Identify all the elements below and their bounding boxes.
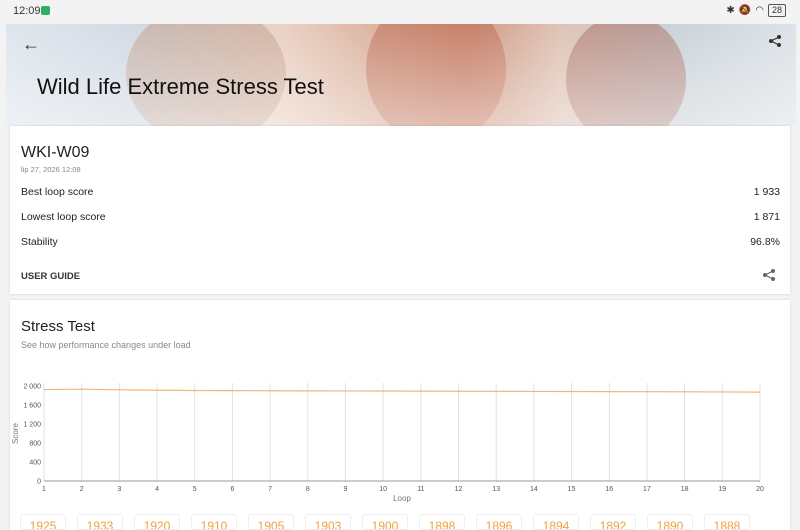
test-date: lip 27, 2026 12:08 (21, 165, 81, 174)
hero-banner: ← Wild Life Extreme Stress Test (6, 24, 796, 126)
x-tick-label: 17 (643, 486, 651, 493)
x-tick-label: 14 (530, 486, 538, 493)
data-point (721, 391, 723, 393)
x-tick-label: 2 (80, 486, 84, 493)
y-tick-label: 1 600 (23, 403, 41, 410)
x-tick-label: 20 (756, 486, 764, 493)
loop-score-pill: 1890 (647, 514, 693, 530)
notification-icon (41, 6, 50, 15)
data-point (533, 390, 535, 393)
series-line (43, 388, 761, 393)
status-icons: ✱ 🔕 ◠ 28 (726, 4, 786, 17)
row-label: Lowest loop score (21, 211, 106, 223)
x-tick-label: 7 (268, 486, 272, 493)
loop-score-pill: 1898 (419, 514, 465, 530)
stress-chart: 1 2 3 4 5 6 7 8 9 10 11 12 13 14 15 16 17 18 19 2004008001 … (11, 383, 764, 503)
x-tick-label: 4 (155, 486, 159, 493)
loop-score-pill: 1933 (77, 514, 123, 530)
status-bar: 12:09 ✱ 🔕 ◠ 28 (0, 0, 800, 22)
x-tick-label: 11 (417, 486, 424, 493)
data-point (759, 391, 761, 393)
x-tick-label: 8 (306, 486, 310, 493)
loop-score-pill: 1910 (191, 514, 237, 530)
data-point (684, 391, 686, 393)
stress-card: Stress Test See how performance changes … (10, 300, 790, 530)
data-point (495, 390, 497, 392)
data-point (118, 389, 120, 391)
loop-score-list: 1925 1933 1920 1910 1905 1903 1900 1898 1896 1894… (20, 514, 750, 530)
share-icon[interactable] (768, 34, 782, 53)
mute-icon: 🔕 (738, 5, 752, 16)
data-point (231, 390, 234, 392)
device-name: WKI-W09 (21, 144, 90, 161)
share-icon[interactable] (762, 268, 776, 287)
status-time: 12:09 (13, 5, 41, 17)
back-arrow-icon[interactable]: ← (22, 34, 40, 55)
row-value: 1 933 (753, 186, 780, 198)
data-point (608, 391, 610, 393)
battery-icon: 28 (767, 4, 786, 17)
data-point (307, 390, 309, 392)
data-point (269, 390, 271, 392)
lowest-loop-row: Lowest loop score 1 871 (21, 211, 780, 223)
x-tick-label: 5 (193, 486, 197, 493)
x-tick-label: 10 (379, 486, 387, 493)
x-tick-label: 1 (42, 486, 46, 493)
loop-score-pill: 1896 (476, 514, 522, 530)
page-title: Wild Life Extreme Stress Test (37, 74, 324, 99)
y-tick-label: 2 000 (23, 384, 41, 391)
user-guide-link[interactable]: USER GUIDE (21, 271, 80, 282)
data-point (43, 388, 45, 391)
loop-score-pill: 1894 (533, 514, 579, 530)
data-point (156, 389, 158, 391)
loop-score-pill: 1900 (362, 514, 408, 530)
data-point (457, 390, 460, 392)
y-tick-label: 800 (29, 441, 41, 448)
x-tick-label: 12 (455, 486, 463, 493)
row-label: Stability (21, 236, 58, 248)
y-tick-label: 1 200 (23, 422, 41, 429)
y-tick-label: 0 (37, 479, 41, 486)
data-point (81, 388, 83, 390)
x-axis-label: Loop (393, 494, 411, 503)
result-card: WKI-W09 lip 27, 2026 12:08 Best loop sco… (10, 126, 790, 294)
row-value: 96.8% (750, 236, 780, 248)
x-tick-label: 13 (492, 486, 500, 493)
data-point (646, 391, 648, 393)
x-tick-label: 9 (344, 486, 348, 493)
loop-score-pill: 1925 (20, 514, 66, 530)
row-label: Best loop score (21, 186, 94, 198)
loop-score-pill: 1903 (305, 514, 351, 530)
loop-score-pill: 1920 (134, 514, 180, 530)
loop-score-pill: 1905 (248, 514, 294, 530)
x-tick-label: 18 (681, 486, 689, 493)
loop-score-pill: 1892 (590, 514, 636, 530)
data-point (194, 389, 196, 392)
data-point (382, 390, 384, 392)
x-tick-label: 3 (117, 486, 121, 493)
x-tick-label: 15 (568, 486, 576, 493)
data-point (420, 390, 422, 392)
x-tick-label: 6 (230, 486, 234, 493)
loop-score-pill: 1888 (704, 514, 750, 530)
best-loop-row: Best loop score 1 933 (21, 186, 780, 198)
x-tick-label: 16 (605, 486, 613, 493)
wifi-icon: ◠ (755, 5, 764, 16)
y-tick-label: 400 (29, 460, 41, 467)
row-value: 1 871 (753, 211, 780, 223)
stability-row: Stability 96.8% (21, 236, 780, 248)
y-axis-label: Score (11, 423, 20, 444)
data-point (344, 390, 347, 392)
vibrate-icon: ✱ (726, 5, 735, 16)
data-point (570, 390, 573, 393)
x-tick-label: 19 (718, 486, 726, 493)
